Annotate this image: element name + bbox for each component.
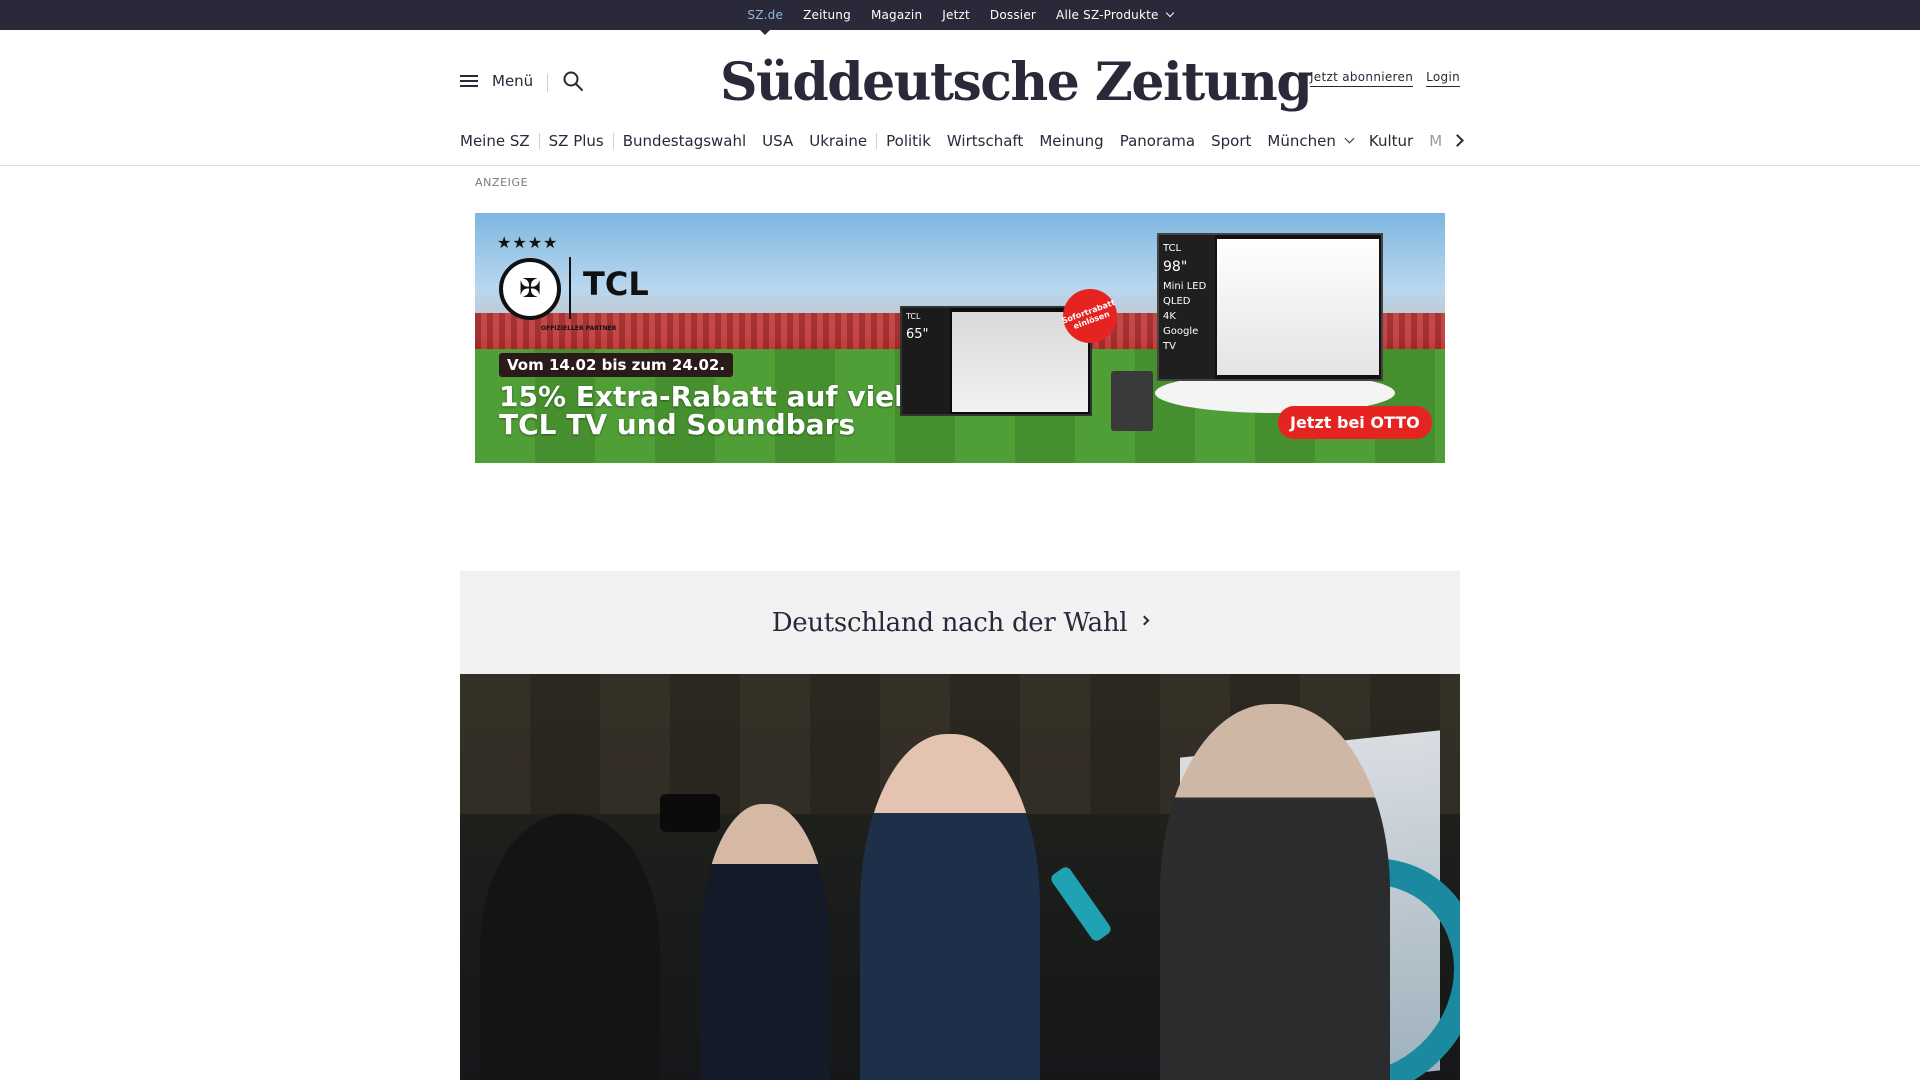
- topbar-alle-produkte-label: Alle SZ-Produkte: [1056, 8, 1159, 22]
- nav-item-ukraine[interactable]: Ukraine: [801, 132, 875, 150]
- site-logo[interactable]: Süddeutsche Zeitung: [720, 48, 1313, 118]
- topbar-link-jetzt[interactable]: Jetzt: [932, 8, 980, 22]
- top-bar-links: SZ.de Zeitung Magazin Jetzt Dossier Alle…: [0, 0, 1920, 35]
- hero-person-left-far: [480, 814, 660, 1080]
- nav-item-usa[interactable]: USA: [754, 132, 801, 150]
- topbar-link-alle-produkte[interactable]: Alle SZ-Produkte: [1046, 8, 1183, 22]
- header-account-links: Jetzt abonnieren Login: [1309, 70, 1460, 87]
- ad-tv-large-screen: [1217, 239, 1379, 375]
- ad-stars: ★★★★: [497, 233, 559, 252]
- ad-tv-feature: 4K: [1163, 311, 1176, 322]
- nav-item-kultur[interactable]: Kultur: [1361, 132, 1421, 150]
- ad-banner[interactable]: ★★★★ ✠ TCL OFFIZIELLER PARTNER Vom 14.02…: [475, 213, 1445, 463]
- hero-image[interactable]: [460, 674, 1460, 1080]
- ad-label: ANZEIGE: [475, 176, 529, 189]
- chevron-right-icon[interactable]: [1451, 132, 1465, 150]
- topbar-link-dossier[interactable]: Dossier: [980, 8, 1046, 22]
- nav-item-politik[interactable]: Politik: [878, 132, 939, 150]
- subscribe-link[interactable]: Jetzt abonnieren: [1309, 70, 1414, 87]
- dfb-crest-icon: ✠: [499, 258, 561, 320]
- teaser-title: Deutschland nach der Wahl: [771, 607, 1128, 638]
- hero-person-center: [860, 734, 1040, 1080]
- nav-divider: [612, 133, 614, 149]
- hero-person-left: [700, 804, 830, 1080]
- ad-tv-large-brand: TCL: [1163, 243, 1182, 254]
- chevron-down-icon: [1344, 133, 1355, 143]
- hamburger-icon: [460, 73, 480, 89]
- ad-headline-line1: 15% Extra-Rabatt auf viele: [499, 380, 923, 413]
- ad-tv-small-brand: TCL: [906, 312, 921, 321]
- topbar-link-magazin[interactable]: Magazin: [861, 8, 932, 22]
- top-bar: SZ.de Zeitung Magazin Jetzt Dossier Alle…: [0, 0, 1920, 35]
- nav-item-meine-sz[interactable]: Meine SZ: [460, 132, 538, 150]
- nav-divider: [876, 133, 878, 149]
- nav-item-wirtschaft[interactable]: Wirtschaft: [939, 132, 1031, 150]
- ad-tv-large-size: 98": [1163, 259, 1188, 275]
- nav-item-muenchen[interactable]: München: [1259, 132, 1360, 150]
- nav-divider: [538, 133, 540, 149]
- search-icon[interactable]: [562, 70, 584, 92]
- ad-headline: 15% Extra-Rabatt auf viele TCL TV und So…: [499, 383, 923, 439]
- ad-tv-small-panel: TCL 65": [902, 308, 950, 414]
- camera-icon: [660, 794, 720, 832]
- ad-logo-divider: [569, 257, 571, 319]
- ad-tv-small-size: 65": [906, 327, 929, 342]
- nav-item-muenchen-label: München: [1267, 132, 1336, 150]
- site-header: Menü Süddeutsche Zeitung Jetzt abonniere…: [0, 30, 1920, 166]
- section-nav: Meine SZ SZ Plus Bundestagswahl USA Ukra…: [460, 129, 1460, 153]
- login-link[interactable]: Login: [1426, 70, 1460, 87]
- hero-person-right: [1160, 704, 1390, 1080]
- ad-tv-large-panel: TCL 98" Mini LED QLED 4K Google TV: [1159, 235, 1215, 379]
- menu-label: Menü: [492, 72, 534, 90]
- ad-tv-feature: Google TV: [1163, 326, 1199, 352]
- ad-tv-large: TCL 98" Mini LED QLED 4K Google TV: [1157, 233, 1383, 381]
- nav-item-overflow[interactable]: M: [1421, 132, 1446, 150]
- ad-tv-feature: QLED: [1163, 296, 1191, 307]
- nav-item-bundestagswahl[interactable]: Bundestagswahl: [615, 132, 754, 150]
- ad-subwoofer: [1111, 371, 1153, 431]
- nav-item-meinung[interactable]: Meinung: [1031, 132, 1111, 150]
- ad-cta-button[interactable]: Jetzt bei OTTO: [1278, 406, 1432, 439]
- header-divider: [547, 74, 548, 92]
- nav-item-sz-plus[interactable]: SZ Plus: [541, 132, 612, 150]
- chevron-down-icon: [1165, 8, 1174, 18]
- menu-button[interactable]: Menü: [460, 72, 533, 90]
- ad-brand: TCL: [583, 265, 649, 303]
- ad-date: Vom 14.02 bis zum 24.02.: [499, 353, 734, 377]
- microphone-icon: [1049, 864, 1113, 944]
- topbar-link-sz-de[interactable]: SZ.de: [737, 8, 793, 35]
- chevron-right-icon: [1139, 615, 1150, 626]
- topbar-link-zeitung[interactable]: Zeitung: [793, 8, 861, 22]
- nav-item-sport[interactable]: Sport: [1203, 132, 1259, 150]
- ad-tv-feature: Mini LED: [1163, 281, 1207, 292]
- topic-teaser[interactable]: Deutschland nach der Wahl: [460, 571, 1460, 674]
- ad-headline-line2: TCL TV und Soundbars: [499, 408, 856, 441]
- nav-item-panorama[interactable]: Panorama: [1112, 132, 1203, 150]
- ad-partner-text: OFFIZIELLER PARTNER: [541, 325, 617, 332]
